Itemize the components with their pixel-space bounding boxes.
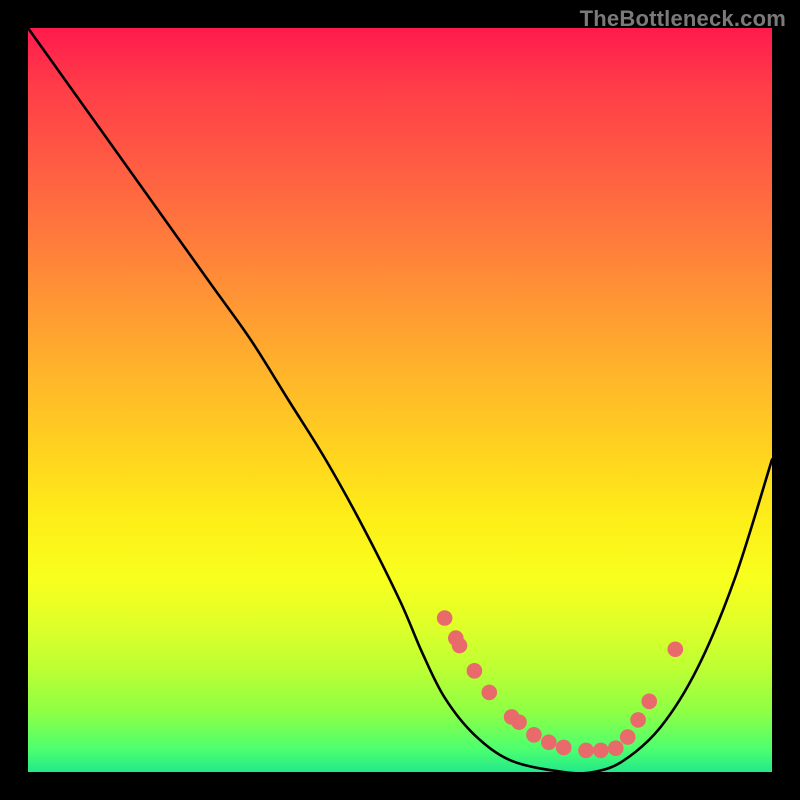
data-marker bbox=[620, 729, 636, 745]
data-marker bbox=[437, 610, 453, 626]
plot-area bbox=[28, 28, 772, 772]
data-marker bbox=[641, 694, 657, 710]
curve-line bbox=[28, 28, 772, 772]
data-marker bbox=[526, 727, 542, 743]
data-marker bbox=[667, 641, 683, 657]
data-marker bbox=[481, 685, 497, 701]
chart-root: TheBottleneck.com bbox=[0, 0, 800, 800]
data-marker bbox=[593, 743, 609, 759]
data-marker bbox=[608, 740, 624, 756]
data-marker bbox=[578, 743, 594, 759]
data-marker bbox=[541, 734, 557, 750]
data-marker bbox=[630, 712, 646, 728]
data-marker bbox=[452, 638, 468, 654]
chart-svg bbox=[28, 28, 772, 772]
data-markers bbox=[437, 610, 683, 758]
data-marker bbox=[467, 663, 483, 679]
data-marker bbox=[511, 714, 527, 730]
data-marker bbox=[556, 740, 572, 756]
